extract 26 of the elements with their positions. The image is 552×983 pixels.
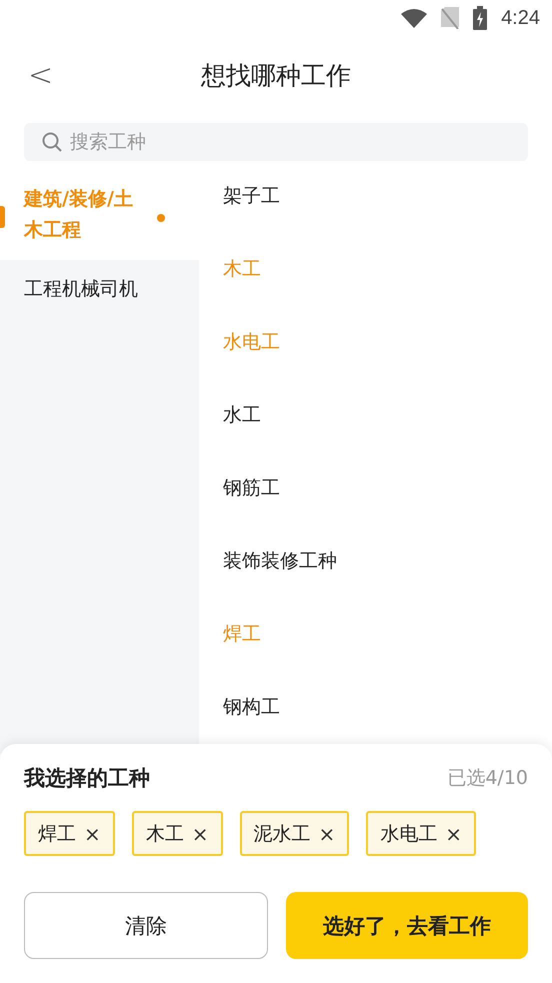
job-item[interactable]: 水工 [223,378,552,452]
remove-button[interactable]: × [192,822,209,846]
remove-button[interactable]: × [445,822,462,846]
clock-time: 4:24 [501,6,540,30]
job-item[interactable]: 装饰装修工种 [223,524,552,598]
battery-icon [473,6,488,30]
page-title: 想找哪种工作 [201,60,351,92]
section-title: 我选择的工种 [24,765,150,792]
clear-button[interactable]: 清除 [24,892,268,959]
tag-label: 水电工 [380,822,438,846]
job-item[interactable]: 钢筋工 [223,451,552,525]
selected-count: 已选4/10 [447,766,528,791]
confirm-button[interactable]: 选好了，去看工作 [286,892,528,959]
selection-bar [0,206,5,228]
remove-button[interactable]: × [84,822,101,846]
tag-label: 木工 [146,822,184,846]
job-item[interactable]: 钢构工 [223,670,552,744]
remove-button[interactable]: × [318,822,336,846]
search-field[interactable]: 搜索工种 [24,123,528,161]
tag-label: 焊工 [38,822,76,846]
back-button[interactable]: < [24,58,58,93]
job-item[interactable]: 架子工 [223,159,552,233]
wifi-icon [401,8,428,28]
no-sim-icon [441,7,460,29]
tag-label: 泥水工 [254,822,311,846]
category-item[interactable]: 工程机械司机 [0,260,199,319]
